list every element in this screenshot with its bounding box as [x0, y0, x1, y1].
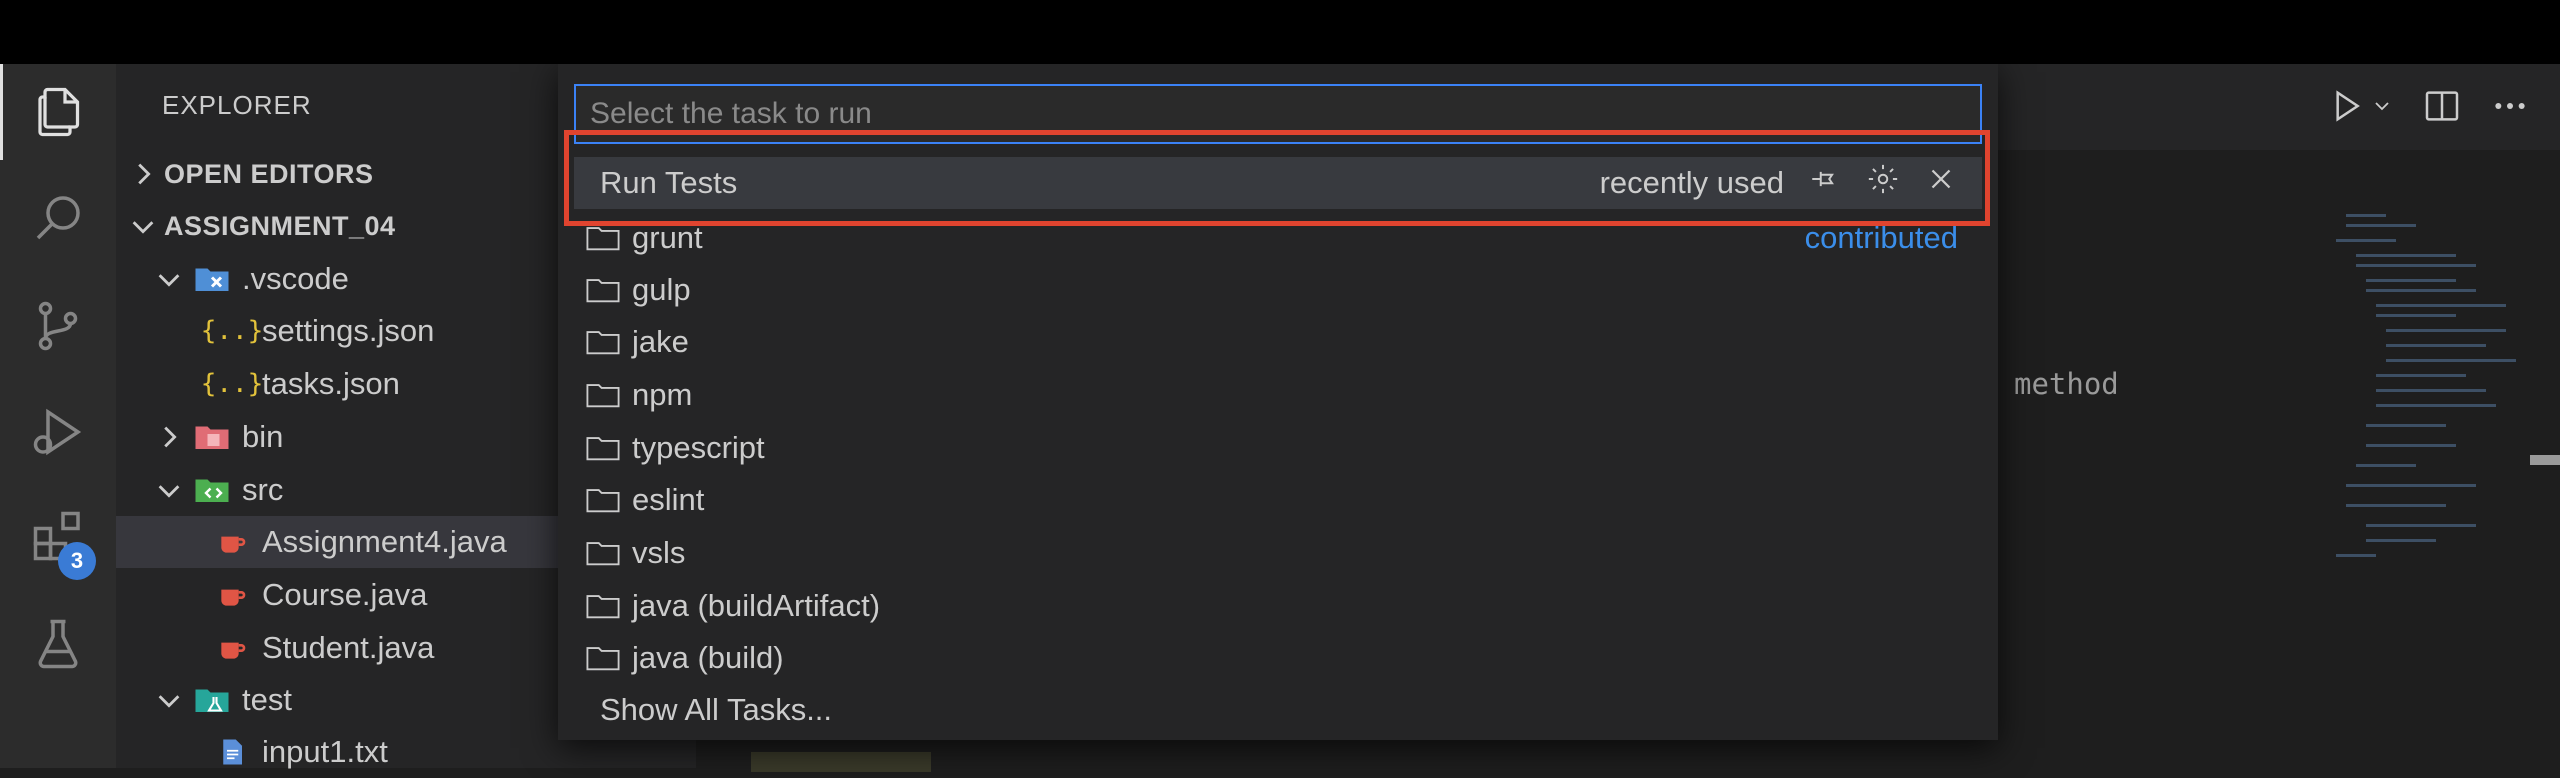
- task-label: npm: [632, 377, 693, 412]
- task-item-actions: recently used: [1600, 162, 1958, 204]
- tree-label: tasks.json: [262, 366, 400, 401]
- close-icon[interactable]: [1924, 162, 1958, 204]
- folder-icon: [586, 489, 620, 513]
- java-file-icon: [214, 525, 250, 559]
- tree-label: src: [242, 472, 284, 507]
- task-label: Run Tests: [600, 165, 738, 200]
- folder-icon: [586, 647, 620, 671]
- contributed-label: contributed: [1804, 220, 1958, 255]
- source-control-icon[interactable]: [0, 278, 116, 374]
- editor-actions: [2326, 86, 2530, 131]
- chevron-down-icon: [132, 221, 154, 234]
- testing-icon[interactable]: [0, 596, 116, 692]
- vscode-folder-icon: [194, 262, 230, 296]
- task-item[interactable]: npm: [574, 369, 1982, 421]
- run-icon[interactable]: [2326, 86, 2366, 131]
- folder-icon: [586, 331, 620, 355]
- task-item[interactable]: jake: [574, 316, 1982, 368]
- src-folder-icon: [194, 473, 230, 507]
- folder-icon: [586, 384, 620, 408]
- explorer-icon[interactable]: [0, 64, 116, 160]
- task-item[interactable]: typescript: [574, 422, 1982, 474]
- task-item[interactable]: eslint: [574, 474, 1982, 526]
- show-all-label: Show All Tasks...: [600, 692, 833, 727]
- show-all-tasks[interactable]: Show All Tasks...: [574, 684, 1982, 736]
- chevron-down-icon: [158, 695, 180, 708]
- java-file-icon: [214, 578, 250, 612]
- code-highlight-fragment: [751, 752, 931, 772]
- activity-bar: 3: [0, 64, 116, 768]
- tree-label: Student.java: [262, 630, 435, 665]
- text-file-icon: [214, 735, 250, 769]
- test-folder-icon: [194, 683, 230, 717]
- folder-icon: [586, 437, 620, 461]
- pin-icon[interactable]: [1808, 162, 1842, 204]
- run-debug-icon[interactable]: [0, 384, 116, 480]
- project-label: ASSIGNMENT_04: [164, 210, 396, 241]
- json-icon: {..}: [200, 316, 264, 346]
- tree-label: Assignment4.java: [262, 524, 507, 559]
- task-item[interactable]: java (buildArtifact): [574, 580, 1982, 632]
- task-item-run-tests[interactable]: Run Tests recently used: [574, 157, 1982, 209]
- more-actions-icon[interactable]: [2490, 86, 2530, 131]
- code-fragment: method: [2014, 367, 2119, 401]
- task-label: java (build): [632, 640, 784, 675]
- task-label: eslint: [632, 482, 705, 517]
- folder-icon: [586, 279, 620, 303]
- minimap[interactable]: [2326, 194, 2516, 624]
- task-label: jake: [632, 324, 689, 359]
- folder-icon: [586, 595, 620, 619]
- task-label: gulp: [632, 272, 691, 307]
- extensions-icon[interactable]: 3: [0, 488, 116, 584]
- tree-label: bin: [242, 419, 284, 454]
- chevron-right-icon: [138, 163, 151, 185]
- tree-label: Course.java: [262, 577, 428, 612]
- extensions-badge: 3: [58, 542, 96, 580]
- tree-label: test: [242, 682, 292, 717]
- tree-label: input1.txt: [262, 734, 388, 769]
- task-item[interactable]: grunt contributed: [574, 212, 1982, 264]
- split-editor-icon[interactable]: [2422, 86, 2462, 131]
- task-label: vsls: [632, 535, 686, 570]
- task-item[interactable]: gulp: [574, 264, 1982, 316]
- tree-label: settings.json: [262, 313, 435, 348]
- task-label: java (buildArtifact): [632, 588, 881, 623]
- scrollbar-marker[interactable]: [2530, 455, 2560, 465]
- task-quick-pick: Run Tests recently used grunt contribute…: [558, 64, 1998, 740]
- gear-icon[interactable]: [1866, 162, 1900, 204]
- task-item[interactable]: java (build): [574, 632, 1982, 684]
- chevron-down-icon: [158, 274, 180, 287]
- json-icon: {..}: [200, 369, 264, 399]
- folder-icon: [586, 542, 620, 566]
- folder-icon: [586, 227, 620, 251]
- task-label: grunt: [632, 220, 703, 255]
- task-label: typescript: [632, 430, 765, 465]
- tree-label: .vscode: [242, 261, 349, 296]
- task-search-input[interactable]: [574, 84, 1982, 144]
- title-bar: [0, 0, 2560, 64]
- search-icon[interactable]: [0, 170, 116, 266]
- chevron-down-icon[interactable]: [2370, 94, 2394, 123]
- open-editors-label: OPEN EDITORS: [164, 158, 374, 189]
- java-file-icon: [214, 631, 250, 665]
- chevron-down-icon: [158, 485, 180, 498]
- task-description: recently used: [1599, 165, 1784, 200]
- chevron-right-icon: [164, 426, 177, 448]
- bin-folder-icon: [194, 420, 230, 454]
- explorer-title: EXPLORER: [162, 90, 312, 120]
- task-item[interactable]: vsls: [574, 527, 1982, 579]
